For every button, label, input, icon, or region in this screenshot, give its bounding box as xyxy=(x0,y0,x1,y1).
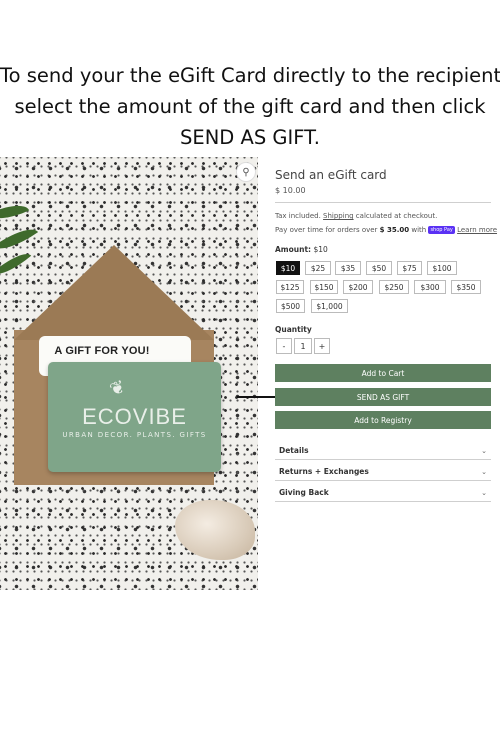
quantity-decrease-button[interactable]: - xyxy=(276,338,292,354)
amount-option[interactable]: $500 xyxy=(276,299,305,313)
amount-option[interactable]: $1,000 xyxy=(311,299,348,313)
gift-insert-text: A GIFT FOR YOU! xyxy=(54,345,150,357)
zoom-button[interactable]: ⚲ xyxy=(236,162,256,182)
pay-prefix: Pay over time for orders over xyxy=(275,226,380,234)
amount-option[interactable]: $150 xyxy=(310,280,338,294)
brand-logo-text: ECOVIBE xyxy=(82,404,187,429)
search-icon: ⚲ xyxy=(242,166,250,178)
instruction-headline: To send your the eGift Card directly to … xyxy=(0,60,500,153)
chevron-down-icon: ⌄ xyxy=(481,467,487,476)
accordion-giving-back[interactable]: Giving Back ⌄ xyxy=(275,484,491,502)
chevron-down-icon: ⌄ xyxy=(481,446,487,455)
send-as-gift-button[interactable]: SEND AS GIFT xyxy=(275,388,491,406)
brand-tagline: URBAN DECOR. PLANTS. GIFTS xyxy=(62,431,207,439)
quantity-label: Quantity xyxy=(275,325,312,334)
amount-option[interactable]: $350 xyxy=(451,280,481,294)
amount-option[interactable]: $50 xyxy=(366,261,392,275)
accordion-label: Returns + Exchanges xyxy=(279,467,369,476)
tax-note: Tax included. Shipping calculated at che… xyxy=(275,212,437,220)
amount-option[interactable]: $200 xyxy=(343,280,373,294)
divider xyxy=(275,202,491,203)
headline-line-1: To send your the eGift Card directly to … xyxy=(0,64,500,87)
installments-note: Pay over time for orders over $ 35.00 wi… xyxy=(275,226,497,234)
amount-option[interactable]: $125 xyxy=(276,280,304,294)
product-price: $ 10.00 xyxy=(275,186,306,195)
quantity-increase-button[interactable]: + xyxy=(314,338,330,354)
add-to-registry-button[interactable]: Add to Registry xyxy=(275,411,491,429)
accordion-details[interactable]: Details ⌄ xyxy=(275,442,491,460)
accordion-returns[interactable]: Returns + Exchanges ⌄ xyxy=(275,463,491,481)
headline-line-3: SEND AS GIFT. xyxy=(180,126,320,149)
amount-option[interactable]: $250 xyxy=(379,280,409,294)
amount-option[interactable]: $300 xyxy=(414,280,446,294)
amount-value: $10 xyxy=(313,245,328,254)
amount-label-text: Amount: xyxy=(275,245,312,254)
amount-option[interactable]: $35 xyxy=(335,261,361,275)
accordion-label: Details xyxy=(279,446,309,455)
amount-option[interactable]: $25 xyxy=(305,261,331,275)
quantity-input[interactable]: 1 xyxy=(294,338,312,354)
amount-label: Amount: $10 xyxy=(275,245,328,254)
chevron-down-icon: ⌄ xyxy=(481,488,487,497)
pay-with: with xyxy=(409,226,429,234)
amount-option[interactable]: $10 xyxy=(276,261,300,275)
headline-line-2: select the amount of the gift card and t… xyxy=(14,95,486,118)
amount-option[interactable]: $75 xyxy=(397,261,422,275)
learn-more-link[interactable]: Learn more xyxy=(457,226,497,234)
shoppay-logo: shop Pay xyxy=(428,226,455,234)
pay-amount: $ 35.00 xyxy=(379,226,410,234)
tax-suffix: calculated at checkout. xyxy=(353,212,438,220)
shipping-link[interactable]: Shipping xyxy=(323,212,354,220)
add-to-cart-button[interactable]: Add to Cart xyxy=(275,364,491,382)
product-title: Send an eGift card xyxy=(275,168,387,182)
tax-prefix: Tax included. xyxy=(275,212,324,220)
accordion-label: Giving Back xyxy=(279,488,329,497)
amount-option[interactable]: $100 xyxy=(427,261,457,275)
